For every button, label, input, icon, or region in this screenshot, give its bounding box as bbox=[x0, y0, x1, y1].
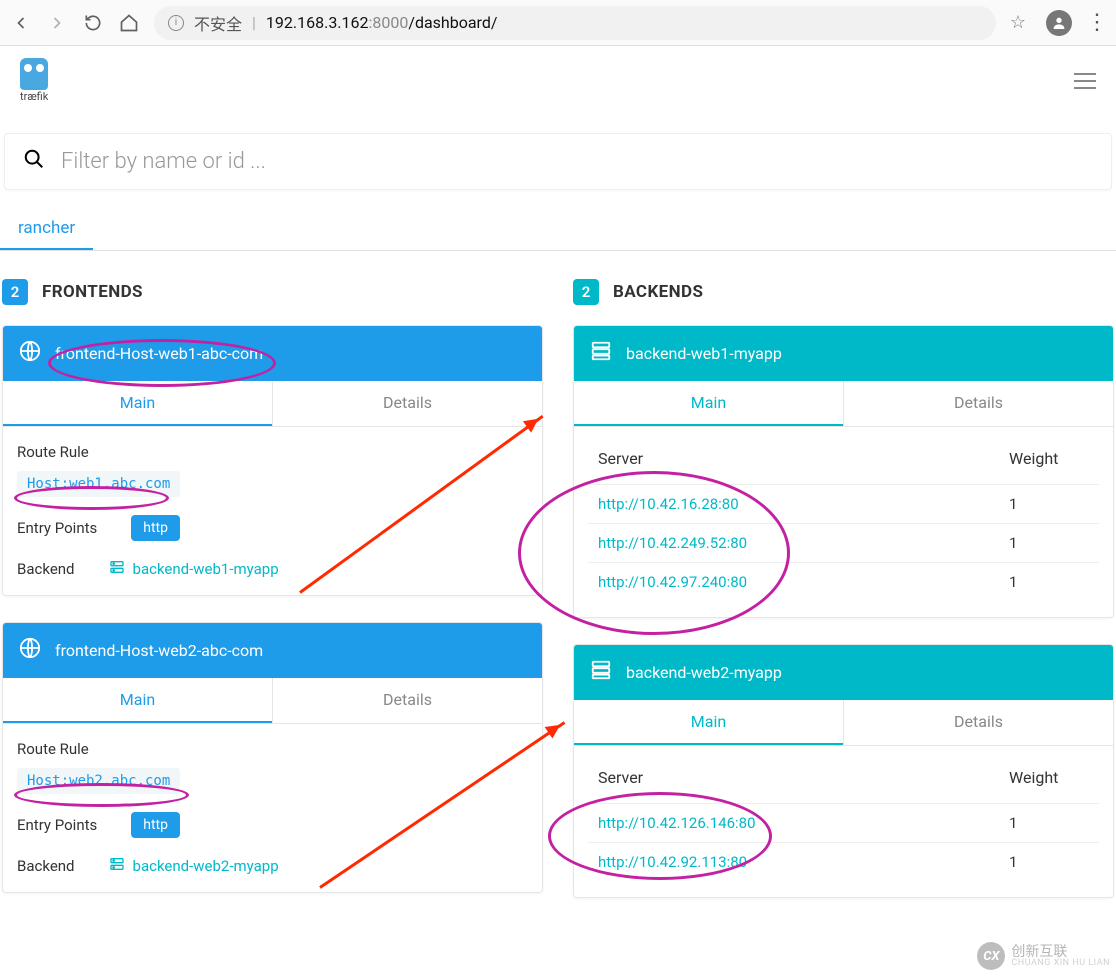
tab-details[interactable]: Details bbox=[843, 700, 1113, 745]
weight-value: 1 bbox=[999, 843, 1099, 882]
servers-table: Server Weight http://10.42.16.28:80 1 ht… bbox=[588, 443, 1099, 601]
frontend-card: frontend-Host-web2-abc-com Main Details … bbox=[2, 622, 543, 893]
forward-button[interactable] bbox=[46, 12, 68, 34]
tab-main[interactable]: Main bbox=[574, 700, 843, 745]
col-server: Server bbox=[588, 443, 999, 485]
servers-table: Server Weight http://10.42.126.146:80 1 … bbox=[588, 762, 1099, 881]
tab-main[interactable]: Main bbox=[574, 381, 843, 426]
table-row: http://10.42.126.146:80 1 bbox=[588, 804, 1099, 843]
server-link[interactable]: http://10.42.249.52:80 bbox=[598, 534, 747, 552]
entry-points-label: Entry Points bbox=[17, 519, 97, 537]
server-icon bbox=[590, 659, 612, 686]
frontends-title: FRONTENDS bbox=[42, 282, 143, 302]
weight-value: 1 bbox=[999, 485, 1099, 524]
route-rule-label: Route Rule bbox=[17, 740, 528, 758]
reload-button[interactable] bbox=[82, 12, 104, 34]
weight-value: 1 bbox=[999, 563, 1099, 602]
entry-points-label: Entry Points bbox=[17, 816, 97, 834]
backend-name: backend-web1-myapp bbox=[626, 344, 782, 363]
server-icon bbox=[109, 559, 125, 579]
col-server: Server bbox=[588, 762, 999, 804]
globe-icon bbox=[19, 637, 41, 664]
tab-rancher[interactable]: rancher bbox=[0, 208, 93, 250]
app-navbar: træfik bbox=[0, 46, 1116, 115]
insecure-label: 不安全 bbox=[194, 11, 242, 35]
table-row: http://10.42.92.113:80 1 bbox=[588, 843, 1099, 882]
route-rule-value: Host:web2.abc.com bbox=[17, 768, 180, 794]
globe-icon bbox=[19, 340, 41, 367]
col-weight: Weight bbox=[999, 762, 1099, 804]
frontend-card: frontend-Host-web1-abc-com Main Details … bbox=[2, 325, 543, 596]
entry-point-badge: http bbox=[131, 515, 180, 541]
search-icon bbox=[23, 148, 45, 175]
backend-card: backend-web1-myapp Main Details Server W… bbox=[573, 325, 1114, 618]
server-icon bbox=[109, 856, 125, 876]
server-link[interactable]: http://10.42.126.146:80 bbox=[598, 814, 756, 832]
browser-toolbar: i 不安全 | 192.168.3.162:8000/dashboard/ ☆ … bbox=[0, 0, 1116, 46]
backend-link[interactable]: backend-web2-myapp bbox=[109, 856, 279, 876]
server-link[interactable]: http://10.42.92.113:80 bbox=[598, 853, 747, 871]
frontend-name: frontend-Host-web2-abc-com bbox=[55, 641, 263, 660]
entry-point-badge: http bbox=[131, 812, 180, 838]
server-icon bbox=[590, 340, 612, 367]
traefik-logo[interactable]: træfik bbox=[20, 58, 48, 103]
profile-icon[interactable] bbox=[1046, 10, 1072, 36]
tab-details[interactable]: Details bbox=[272, 381, 542, 426]
table-row: http://10.42.249.52:80 1 bbox=[588, 524, 1099, 563]
server-link[interactable]: http://10.42.16.28:80 bbox=[598, 495, 739, 513]
backends-title: BACKENDS bbox=[613, 282, 703, 302]
tab-details[interactable]: Details bbox=[272, 678, 542, 723]
col-weight: Weight bbox=[999, 443, 1099, 485]
address-bar[interactable]: i 不安全 | 192.168.3.162:8000/dashboard/ bbox=[154, 6, 996, 40]
route-rule-value: Host:web1.abc.com bbox=[17, 471, 180, 497]
frontend-name: frontend-Host-web1-abc-com bbox=[55, 344, 263, 363]
backend-label: Backend bbox=[17, 857, 75, 875]
backend-name: backend-web2-myapp bbox=[626, 663, 782, 682]
backends-column: 2 BACKENDS backend-web1-myapp Main Detai… bbox=[573, 279, 1114, 924]
filter-panel bbox=[4, 133, 1112, 190]
watermark: CX 创新互联 CHUANG XIN HU LIAN bbox=[977, 942, 1110, 970]
tab-main[interactable]: Main bbox=[3, 381, 272, 426]
backend-link[interactable]: backend-web1-myapp bbox=[109, 559, 279, 579]
backend-card: backend-web2-myapp Main Details Server W… bbox=[573, 644, 1114, 898]
card-tabs: Main Details bbox=[3, 381, 542, 427]
weight-value: 1 bbox=[999, 524, 1099, 563]
card-tabs: Main Details bbox=[3, 678, 542, 724]
backend-label: Backend bbox=[17, 560, 75, 578]
back-button[interactable] bbox=[10, 12, 32, 34]
frontends-count-badge: 2 bbox=[2, 279, 28, 305]
url-text: 192.168.3.162:8000/dashboard/ bbox=[266, 13, 498, 32]
frontends-column: 2 FRONTENDS frontend-Host-web1-abc-com M… bbox=[2, 279, 543, 924]
table-row: http://10.42.16.28:80 1 bbox=[588, 485, 1099, 524]
card-tabs: Main Details bbox=[574, 381, 1113, 427]
info-icon[interactable]: i bbox=[168, 15, 184, 31]
hamburger-icon[interactable] bbox=[1074, 73, 1096, 89]
filter-input[interactable] bbox=[61, 149, 1093, 174]
route-rule-label: Route Rule bbox=[17, 443, 528, 461]
tab-details[interactable]: Details bbox=[843, 381, 1113, 426]
bookmark-icon[interactable]: ☆ bbox=[1010, 12, 1026, 33]
home-button[interactable] bbox=[118, 12, 140, 34]
provider-tabs: rancher bbox=[0, 208, 1116, 251]
tab-main[interactable]: Main bbox=[3, 678, 272, 723]
backends-count-badge: 2 bbox=[573, 279, 599, 305]
weight-value: 1 bbox=[999, 804, 1099, 843]
server-link[interactable]: http://10.42.97.240:80 bbox=[598, 573, 747, 591]
card-tabs: Main Details bbox=[574, 700, 1113, 746]
table-row: http://10.42.97.240:80 1 bbox=[588, 563, 1099, 602]
